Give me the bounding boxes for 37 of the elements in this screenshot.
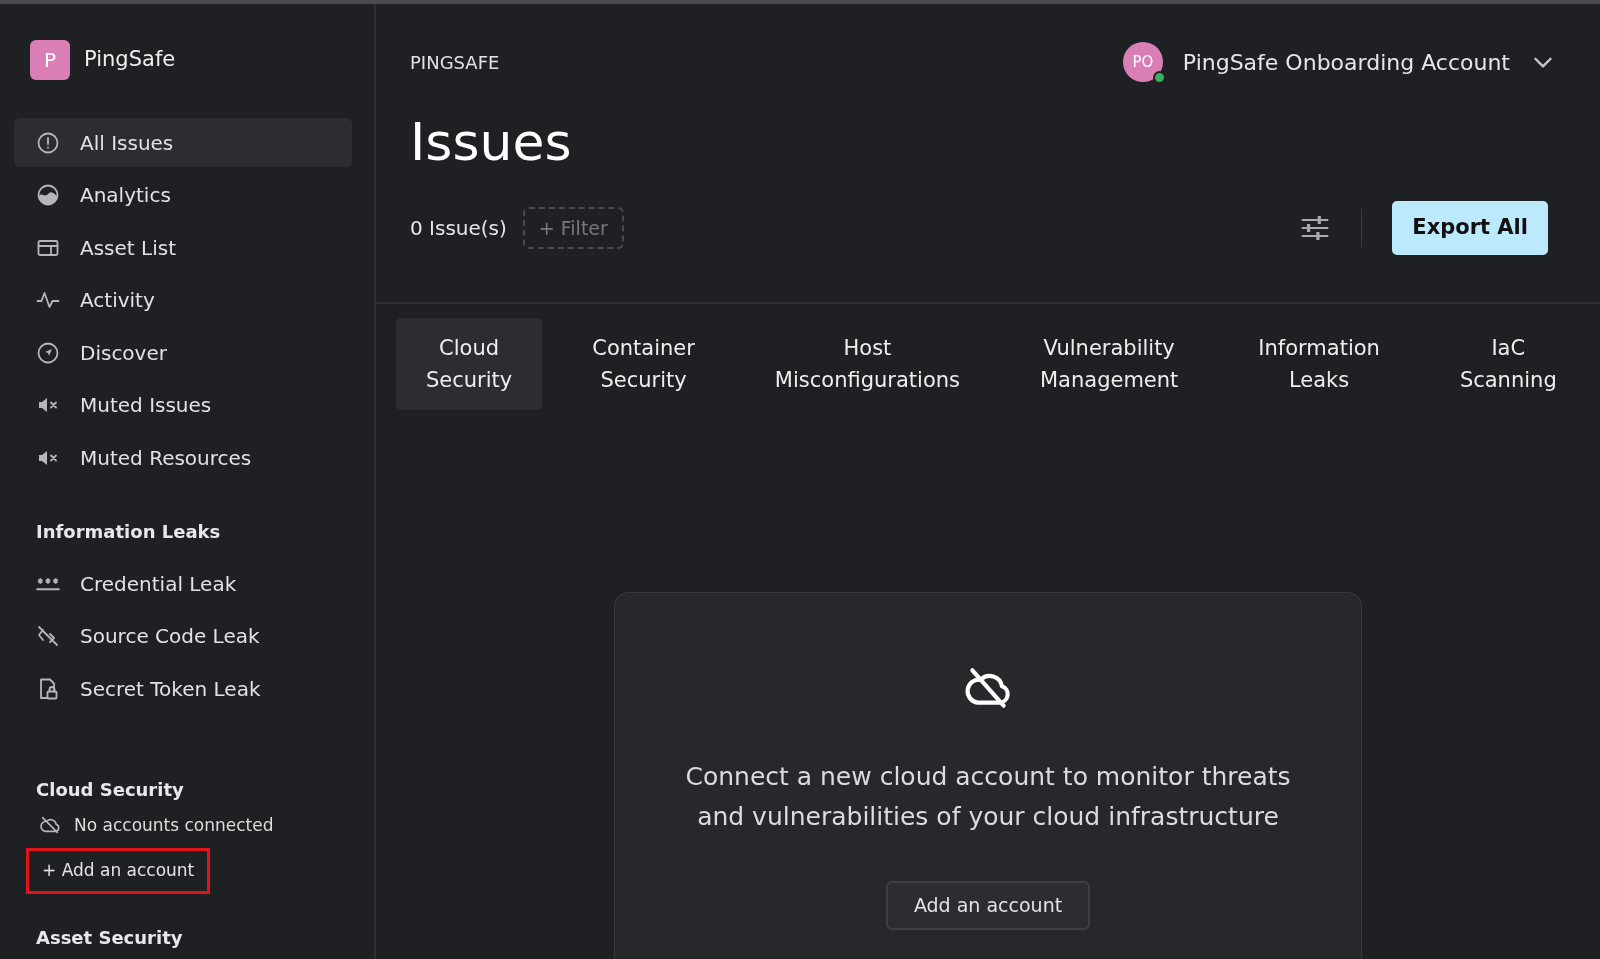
sidebar-item[interactable]: Discover <box>14 328 352 377</box>
sidebar-item[interactable]: All Issues <box>14 118 352 167</box>
account-switcher[interactable]: PO PingSafe Onboarding Account <box>1122 42 1556 82</box>
avatar: PO <box>1122 42 1163 82</box>
sidebar-item[interactable]: Asset List <box>14 223 352 272</box>
section-heading: Cloud Security <box>35 777 185 802</box>
app-name: PingSafe <box>84 46 176 74</box>
breadcrumb-text: PINGSAFE <box>410 50 500 75</box>
add-account-link[interactable]: + Add an account <box>26 848 211 894</box>
sidebar-item[interactable]: Analytics <box>14 170 352 220</box>
tab[interactable]: Container Security <box>562 318 725 410</box>
tab[interactable]: Information Leaks <box>1228 318 1410 410</box>
tab[interactable]: Host Misconfigurations <box>744 318 990 410</box>
sidebar-item[interactable]: Activity <box>14 275 352 325</box>
alert-icon <box>36 130 60 155</box>
gauge-icon <box>36 183 60 207</box>
status-text: No accounts connected <box>74 813 274 837</box>
export-all-button[interactable]: Export All <box>1392 201 1548 255</box>
tab[interactable]: Cloud Security <box>396 318 543 410</box>
section-heading: Information Leaks <box>35 520 222 544</box>
empty-state-message: Connect a new cloud account to monitor threats and vulnerabilities of your cloud infrastructure <box>684 761 1292 833</box>
add-account-button[interactable]: Add an account <box>885 881 1091 930</box>
tab[interactable]: IaC Scanning <box>1429 318 1587 410</box>
section-heading: Asset Security <box>35 925 184 950</box>
filter-button[interactable]: + Filter <box>522 206 624 250</box>
sidebar-item[interactable]: Muted Issues <box>14 380 352 430</box>
sidebar-item[interactable]: Muted Resources <box>14 433 352 482</box>
compass-icon <box>36 340 60 365</box>
sidebar-item[interactable]: Source Code Leak <box>14 611 352 661</box>
code-crossed-icon <box>36 624 60 648</box>
sidebar-item[interactable]: Secret Token Leak <box>14 664 352 713</box>
sidebar-item[interactable]: Credential Leak <box>14 559 352 608</box>
issue-count: 0 Issue(s) <box>410 214 507 242</box>
logo-icon: P <box>30 40 70 80</box>
page-title: Issues <box>410 114 573 172</box>
asterisks-icon <box>36 576 60 591</box>
tab[interactable]: Vulnerability Management <box>1010 318 1209 410</box>
